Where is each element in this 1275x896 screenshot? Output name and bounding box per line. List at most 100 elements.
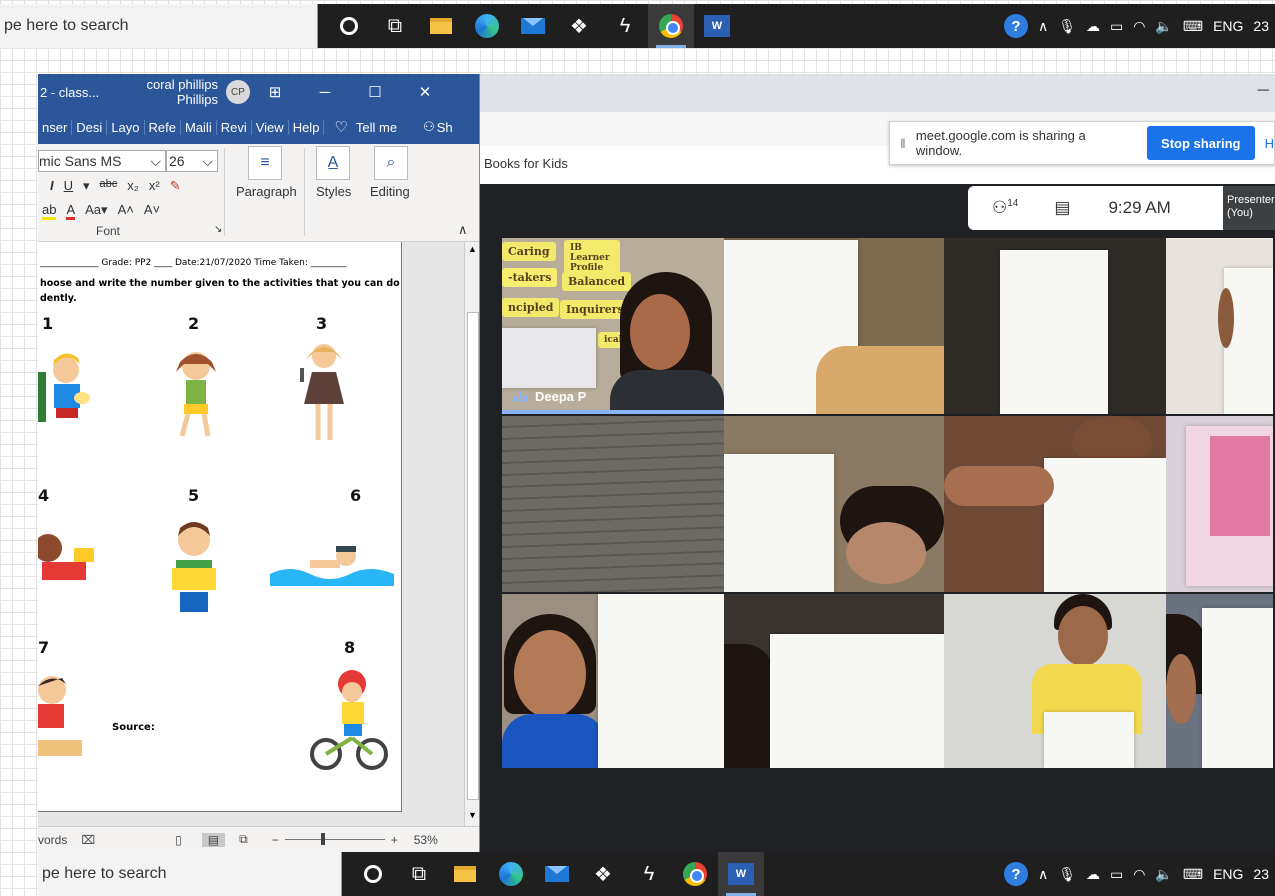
word-icon[interactable]: W (694, 4, 740, 48)
dropbox-icon[interactable]: ❖ (580, 852, 626, 896)
wifi-icon[interactable]: ◠ (1133, 866, 1145, 883)
cortana-icon[interactable] (350, 852, 396, 896)
video-tile[interactable] (944, 416, 1166, 592)
zoom-slider[interactable] (284, 833, 385, 845)
chevron-up-icon[interactable]: ∧ (1038, 866, 1048, 883)
tab-help[interactable]: Help (289, 119, 325, 135)
taskbar-search-box[interactable]: pe here to search (38, 852, 342, 896)
find-icon[interactable]: ⌕ (374, 146, 408, 180)
share-person-icon[interactable]: ⚇ (423, 119, 435, 135)
presenter-tile[interactable]: Presenter (You) (1223, 186, 1275, 230)
maximize-icon[interactable]: ☐ (350, 83, 400, 101)
share-button[interactable]: Sh (437, 120, 453, 135)
help-icon[interactable]: ? (1003, 862, 1028, 886)
superscript-button[interactable]: x² (149, 178, 160, 194)
font-size-dropdown[interactable]: 26 ⌵ (166, 150, 218, 172)
file-explorer-icon[interactable] (442, 852, 488, 896)
video-tile[interactable] (724, 238, 944, 414)
clock-partial[interactable]: 23 (1253, 866, 1269, 882)
highlight-color-button[interactable]: ab (42, 202, 57, 220)
zoom-in-button[interactable]: + (391, 833, 398, 847)
participants-button[interactable]: ⚇ 14 (992, 198, 1018, 218)
keyboard-icon[interactable]: ⌨ (1183, 18, 1203, 35)
help-icon[interactable]: ? (1003, 14, 1028, 38)
mail-icon[interactable] (534, 852, 580, 896)
close-icon[interactable]: ✕ (400, 83, 450, 101)
tab-design[interactable]: Desi (72, 119, 108, 135)
tab-insert[interactable]: nser (38, 119, 73, 135)
italic-button[interactable]: I (50, 178, 54, 194)
clock-partial[interactable]: 23 (1253, 18, 1269, 34)
zoom-level[interactable]: 53% (414, 833, 438, 847)
styles-button[interactable]: Styles (316, 184, 351, 199)
strikethrough-button[interactable]: abc (100, 178, 118, 194)
zoom-slider-thumb[interactable] (320, 833, 325, 845)
print-layout-icon[interactable]: ▤ (201, 832, 226, 847)
battery-icon[interactable]: ▭ (1110, 866, 1123, 883)
cloud-icon[interactable]: ☁ (1086, 18, 1100, 35)
tab-references[interactable]: Refe (145, 119, 181, 135)
editing-button[interactable]: Editing (370, 184, 410, 199)
user-avatar[interactable]: CP (226, 80, 250, 104)
web-layout-icon[interactable]: ⧉ (239, 832, 248, 847)
wifi-icon[interactable]: ◠ (1133, 18, 1145, 35)
styles-icon[interactable]: A̲ (316, 146, 350, 180)
chrome-icon[interactable] (648, 4, 694, 48)
document-page[interactable]: _____________ Grade: PP2 ____ Date:21/07… (38, 242, 402, 812)
language-indicator[interactable]: ENG (1213, 18, 1243, 34)
tab-view[interactable]: View (252, 119, 289, 135)
font-name-dropdown[interactable]: mic Sans MS ⌵ (38, 150, 166, 172)
change-case-button[interactable]: Aa▾ (85, 202, 107, 220)
word-icon[interactable]: W (718, 852, 764, 896)
clear-formatting-icon[interactable]: ✎ (170, 178, 181, 194)
language-indicator[interactable]: ENG (1213, 866, 1243, 882)
volume-icon[interactable]: 🔈 (1155, 866, 1172, 883)
video-tile[interactable] (724, 594, 944, 768)
grow-font-button[interactable]: A˄ (118, 202, 134, 220)
shrink-font-button[interactable]: A˅ (144, 202, 160, 220)
video-tile[interactable] (502, 594, 724, 768)
scroll-up-icon[interactable]: ▲ (468, 244, 477, 254)
chrome-minimize-icon[interactable]: ─ (1258, 82, 1269, 100)
chrome-icon[interactable] (672, 852, 718, 896)
lightning-icon[interactable]: ϟ (602, 4, 648, 48)
taskbar-search-box[interactable]: pe here to search (0, 4, 318, 48)
subscript-button[interactable]: x₂ (127, 178, 139, 194)
video-tile[interactable] (1166, 594, 1273, 768)
lightning-icon[interactable]: ϟ (626, 852, 672, 896)
microphone-icon[interactable]: 🎙 (1058, 866, 1076, 883)
task-view-icon[interactable]: ⧉ (396, 852, 442, 896)
font-color-button[interactable]: A (66, 202, 76, 220)
vertical-scrollbar[interactable]: ▲ ▼ (464, 242, 479, 826)
underline-dropdown-icon[interactable]: ▾ (83, 178, 90, 194)
volume-icon[interactable]: 🔈 (1155, 18, 1172, 35)
proofing-icon[interactable]: ⌧ (81, 833, 95, 847)
video-tile[interactable] (944, 594, 1166, 768)
ribbon-display-options-icon[interactable]: ⊞ (250, 83, 300, 101)
edge-icon[interactable] (488, 852, 534, 896)
cloud-icon[interactable]: ☁ (1086, 866, 1100, 883)
hide-button[interactable]: H (1265, 136, 1274, 151)
tell-me-search[interactable]: Tell me (356, 120, 397, 135)
cortana-icon[interactable] (326, 4, 372, 48)
tab-layout[interactable]: Layo (107, 119, 145, 135)
battery-icon[interactable]: ▭ (1110, 18, 1123, 35)
stop-sharing-button[interactable]: Stop sharing (1146, 126, 1255, 160)
microphone-icon[interactable]: 🎙 (1058, 18, 1076, 35)
paragraph-button[interactable]: Paragraph (236, 184, 297, 199)
edge-icon[interactable] (464, 4, 510, 48)
chevron-up-icon[interactable]: ∧ (1038, 18, 1048, 35)
drag-handle-icon[interactable]: ‖ (890, 136, 916, 151)
file-explorer-icon[interactable] (418, 4, 464, 48)
tab-mailings[interactable]: Maili (181, 119, 217, 135)
font-dialog-launcher-icon[interactable]: ↘ (214, 224, 222, 235)
chat-icon[interactable]: ▤ (1054, 198, 1070, 218)
minimize-icon[interactable]: ─ (300, 84, 350, 101)
keyboard-icon[interactable]: ⌨ (1183, 866, 1203, 883)
bookmark-books-for-kids[interactable]: Books for Kids (484, 156, 568, 171)
dropbox-icon[interactable]: ❖ (556, 4, 602, 48)
video-tile[interactable] (724, 416, 944, 592)
lightbulb-icon[interactable]: ♡ (334, 118, 347, 136)
word-count[interactable]: vords (38, 833, 67, 847)
read-mode-icon[interactable]: ▯ (175, 833, 182, 847)
